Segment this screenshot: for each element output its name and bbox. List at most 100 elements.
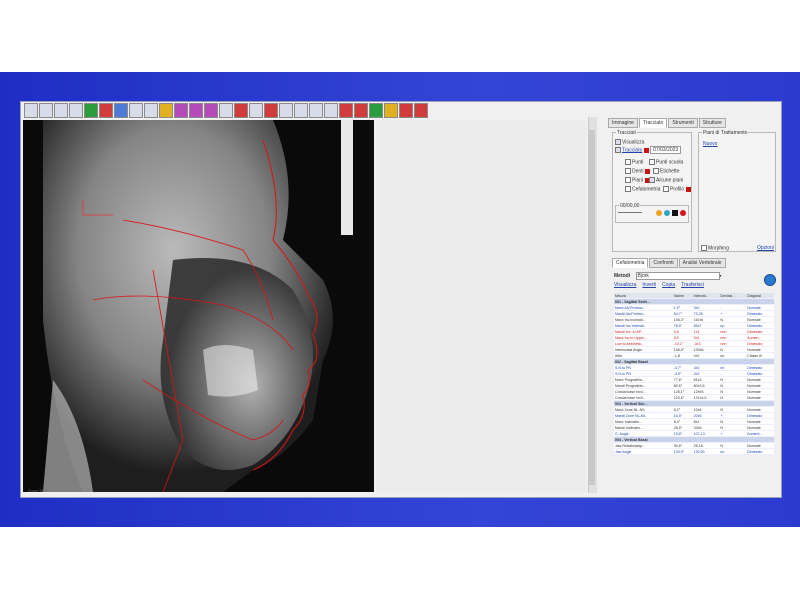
black-icon[interactable] [672, 210, 678, 216]
open-icon[interactable] [39, 103, 53, 118]
etichette-label: Etichette [660, 168, 680, 175]
scrollbar-thumb[interactable] [589, 130, 595, 485]
denti-checkbox[interactable] [625, 168, 631, 174]
main-tabs: Immagine Tracciato Strumenti Strutture [608, 118, 726, 128]
nuovo-link[interactable]: Nuovo [703, 141, 717, 147]
date-field[interactable]: 07/03/2023 [650, 146, 682, 155]
cefalometria-row[interactable]: Cefalometria [625, 186, 660, 192]
denti-swatch[interactable] [645, 168, 651, 174]
split-icon[interactable] [204, 103, 218, 118]
globe-icon[interactable] [764, 274, 776, 286]
metodi-select[interactable]: Björk [635, 272, 720, 280]
piani-checkbox[interactable] [625, 177, 631, 183]
measure-icon[interactable] [129, 103, 143, 118]
tracciati-group: Tracciati Visualizza Tracciato 07/03/202… [612, 130, 692, 252]
brightness-icon[interactable] [144, 103, 158, 118]
image-icon[interactable] [324, 103, 338, 118]
etichette-row[interactable]: Etichette [653, 168, 679, 174]
tracciato-row[interactable]: Tracciato 07/03/2023 [615, 146, 682, 155]
piani-label: Piani [632, 177, 644, 184]
table-row[interactable]: Jaw Angle 109,9° 130,50 nn Dimesato [614, 448, 774, 455]
visualizza-checkbox[interactable] [615, 139, 621, 145]
move-icon[interactable] [84, 103, 98, 118]
metodi-label: Metodi [614, 273, 631, 279]
split-icon[interactable] [189, 103, 203, 118]
metodi-row: Metodi Björk ▾ [614, 272, 722, 280]
inverti-link[interactable]: Inverti [642, 282, 656, 288]
tab-analisi-vertebrale[interactable]: Analisi Vertebrale [678, 258, 726, 268]
morphing-row[interactable]: Morphing [701, 245, 729, 251]
table-cell: Dimesato [746, 448, 774, 455]
tab-strumenti[interactable]: Strumenti [668, 118, 698, 128]
group-title: Tracciati [616, 130, 637, 136]
alcune-piani-checkbox[interactable] [649, 177, 655, 183]
flip-icon[interactable] [174, 103, 188, 118]
punti-row[interactable]: Punti [625, 159, 643, 165]
color-swatch[interactable] [643, 147, 649, 153]
table-cell: Jaw Angle [614, 448, 673, 455]
toolbar [24, 103, 428, 119]
table-cell: 130,50 [692, 448, 720, 455]
tab-confronti[interactable]: Confronti [649, 258, 678, 268]
profilo-label: Profilo [670, 186, 685, 193]
punti-scuola-label: Punti scuola [656, 159, 684, 166]
punti-scuola-checkbox[interactable] [649, 159, 655, 165]
canvas-empty-area [376, 120, 586, 492]
undo-icon[interactable] [54, 103, 68, 118]
stop-icon[interactable] [264, 103, 278, 118]
contrast-icon[interactable] [159, 103, 173, 118]
xray-viewport[interactable] [23, 120, 374, 492]
close-icon[interactable] [339, 103, 353, 118]
profilo-row[interactable]: Profilo [663, 186, 691, 192]
morphing-checkbox[interactable] [701, 245, 707, 251]
profilo-swatch[interactable] [685, 186, 691, 192]
tab-immagine[interactable]: Immagine [608, 118, 638, 128]
cloud-icon[interactable] [234, 103, 248, 118]
export-icon[interactable] [309, 103, 323, 118]
visualizza-link[interactable]: Visualizza [614, 282, 636, 288]
etichette-checkbox[interactable] [653, 168, 659, 174]
draw-icon[interactable] [114, 103, 128, 118]
lower-tabs: Cefalometria Confronti Analisi Vertebral… [612, 258, 726, 268]
punti-checkbox[interactable] [625, 159, 631, 165]
tracciato-link[interactable]: Tracciato [622, 147, 642, 153]
palette-icon[interactable] [656, 210, 662, 216]
opacity-slider[interactable] [618, 212, 642, 213]
pdf-icon[interactable] [354, 103, 368, 118]
piani-trattamento-title: Piani di Trattamento [702, 130, 749, 136]
save-icon[interactable] [279, 103, 293, 118]
denti-row[interactable]: Denti [625, 168, 651, 175]
punti-scuola-row[interactable]: Punti scuola [649, 159, 683, 165]
check-icon[interactable] [369, 103, 383, 118]
info-icon[interactable] [384, 103, 398, 118]
visualizza-label: Visualizza [622, 139, 645, 146]
copia-link[interactable]: Copia [662, 282, 675, 288]
opzioni-link[interactable]: Opzioni [757, 245, 774, 251]
rotate-icon[interactable] [99, 103, 113, 118]
trasferisci-link[interactable]: Trasferisci [681, 282, 704, 288]
stop-red-icon[interactable] [680, 210, 686, 216]
punti-label: Punti [632, 159, 644, 166]
cursor-icon[interactable] [219, 103, 233, 118]
print-icon[interactable] [294, 103, 308, 118]
tracciato-checkbox[interactable] [615, 147, 621, 153]
redo-icon[interactable] [69, 103, 83, 118]
visualizza-row[interactable]: Visualizza [615, 139, 644, 145]
profilo-checkbox[interactable] [663, 186, 669, 192]
alcune-piani-row[interactable]: Alcune piani [649, 177, 683, 183]
chevron-down-icon[interactable]: ▾ [720, 273, 722, 278]
table-cell: nn [719, 448, 747, 455]
door-icon[interactable] [414, 103, 428, 118]
measurements-table: Misura Valore Interval... Deviazi... Dia… [614, 293, 774, 455]
new-icon[interactable] [24, 103, 38, 118]
denti-label: Denti [632, 168, 644, 175]
cefalometria-checkbox[interactable] [625, 186, 631, 192]
tab-cefalometria[interactable]: Cefalometria [612, 258, 649, 268]
erase-icon[interactable] [249, 103, 263, 118]
piani-row[interactable]: Piani [625, 177, 650, 183]
exit-icon[interactable] [399, 103, 413, 118]
tab-strutture[interactable]: Strutture [698, 118, 726, 128]
tab-tracciato[interactable]: Tracciato [638, 118, 668, 128]
refresh-icon[interactable] [664, 210, 670, 216]
cefalometria-label: Cefalometria [632, 186, 661, 193]
